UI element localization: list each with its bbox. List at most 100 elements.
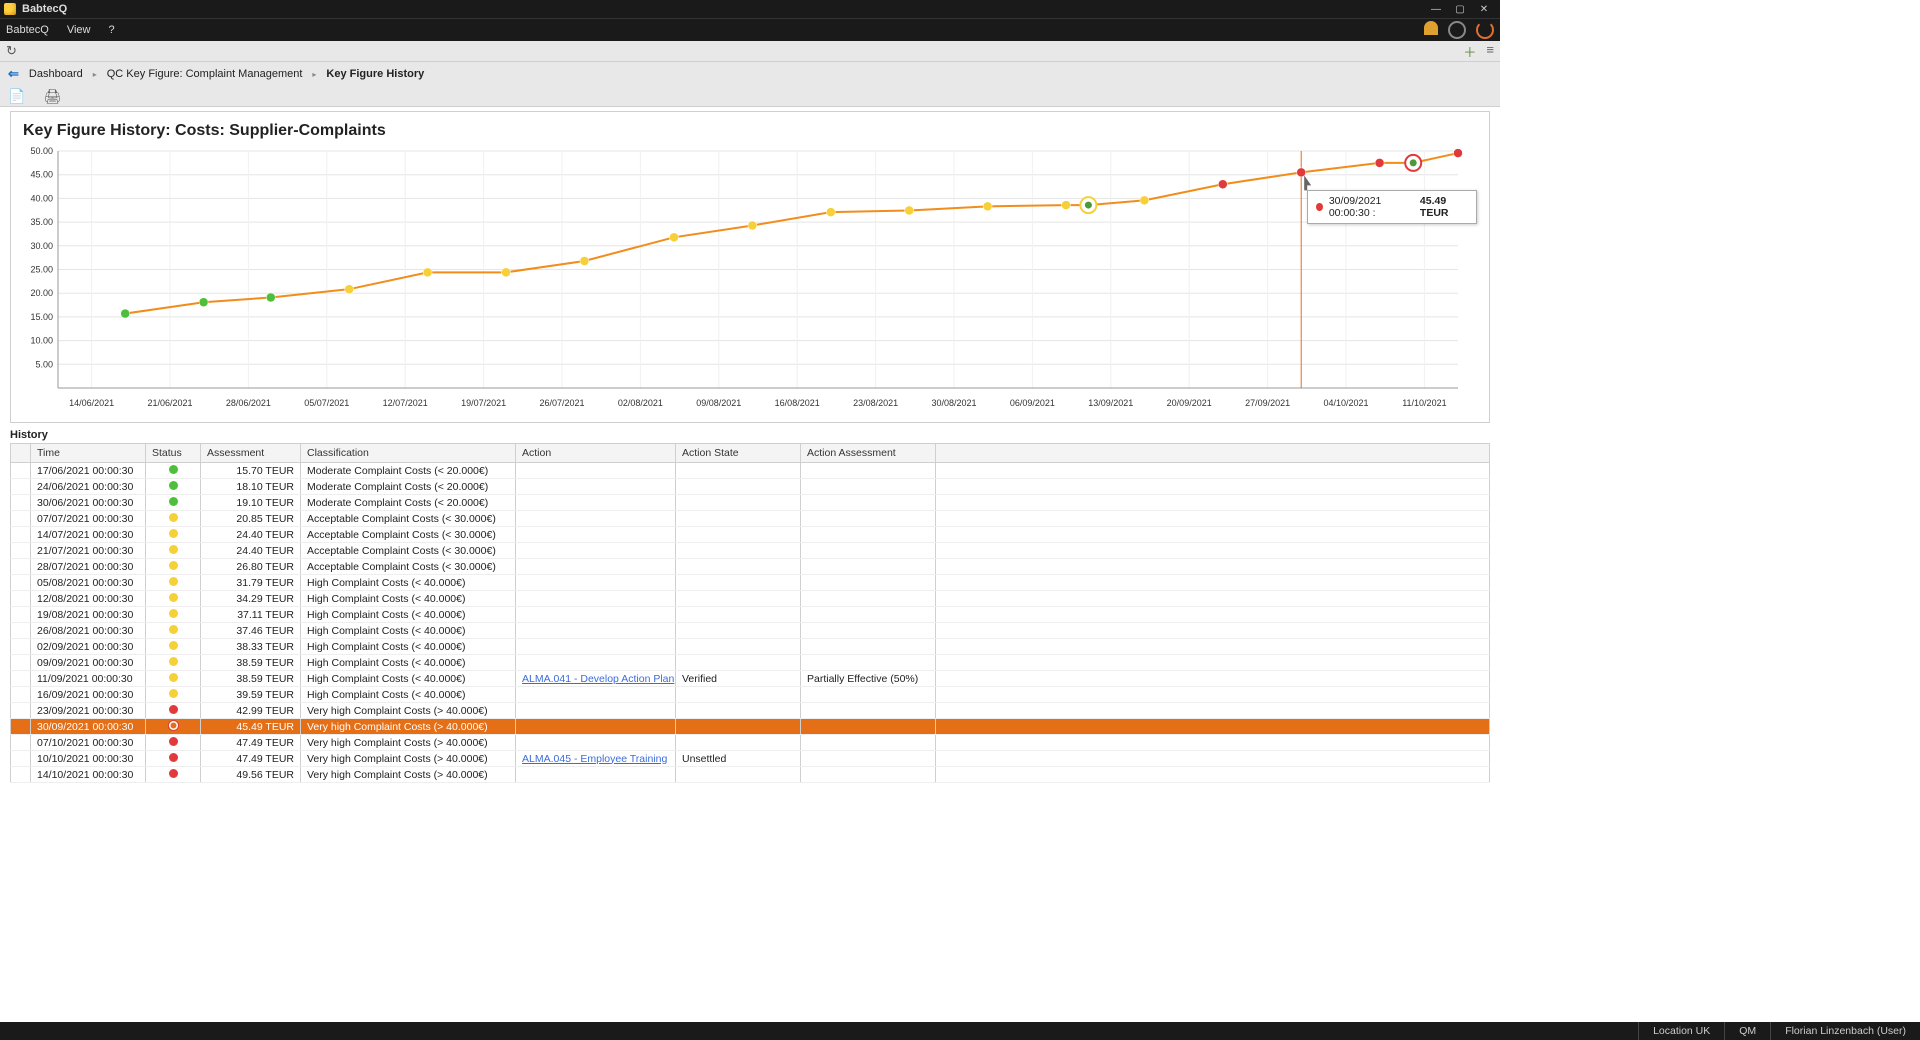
svg-text:13/09/2021: 13/09/2021 — [1088, 398, 1133, 408]
svg-text:04/10/2021: 04/10/2021 — [1323, 398, 1368, 408]
window-minimize-button[interactable]: — — [1424, 4, 1448, 15]
table-row[interactable]: 09/09/2021 00:00:3038.59 TEURHigh Compla… — [11, 655, 1490, 671]
table-row[interactable]: 24/06/2021 00:00:3018.10 TEURModerate Co… — [11, 479, 1490, 495]
window-close-button[interactable]: ✕ — [1472, 4, 1496, 15]
svg-text:09/08/2021: 09/08/2021 — [696, 398, 741, 408]
status-dot-icon — [169, 465, 178, 474]
status-dot-icon — [169, 513, 178, 522]
refresh-icon[interactable] — [1476, 21, 1494, 39]
svg-text:30/08/2021: 30/08/2021 — [931, 398, 976, 408]
svg-text:14/06/2021: 14/06/2021 — [69, 398, 114, 408]
column-header[interactable]: Action — [516, 444, 676, 463]
table-row[interactable]: 07/10/2021 00:00:3047.49 TEURVery high C… — [11, 735, 1490, 751]
history-table[interactable]: TimeStatusAssessmentClassificationAction… — [10, 443, 1490, 783]
svg-text:28/06/2021: 28/06/2021 — [226, 398, 271, 408]
table-row[interactable]: 07/07/2021 00:00:3020.85 TEURAcceptable … — [11, 511, 1490, 527]
breadcrumb: ⇐ Dashboard ▸ QC Key Figure: Complaint M… — [8, 62, 1492, 86]
export-icon[interactable]: 📄 — [8, 88, 25, 105]
back-button[interactable]: ⇐ — [8, 66, 19, 82]
settings-icon[interactable] — [1448, 21, 1466, 39]
chart-container: 5.0010.0015.0020.0025.0030.0035.0040.004… — [23, 146, 1477, 416]
column-header[interactable] — [11, 444, 31, 463]
content-area: Key Figure History: Costs: Supplier-Comp… — [0, 107, 1500, 787]
table-row[interactable]: →30/09/2021 00:00:3045.49 TEURVery high … — [11, 719, 1490, 735]
menubar: BabtecQ View ? — [0, 18, 1500, 41]
table-row[interactable]: 14/07/2021 00:00:3024.40 TEURAcceptable … — [11, 527, 1490, 543]
table-row[interactable]: 10/10/2021 00:00:3047.49 TEURVery high C… — [11, 751, 1490, 767]
status-dot-icon — [169, 561, 178, 570]
menu-babtecq[interactable]: BabtecQ — [6, 24, 49, 36]
breadcrumb-keyfigure[interactable]: QC Key Figure: Complaint Management — [107, 68, 303, 80]
status-user: Florian Linzenbach (User) — [1770, 1022, 1920, 1040]
table-row[interactable]: 19/08/2021 00:00:3037.11 TEURHigh Compla… — [11, 607, 1490, 623]
status-dot-icon — [169, 497, 178, 506]
status-dot-icon — [169, 609, 178, 618]
menu-help[interactable]: ? — [108, 24, 114, 36]
svg-text:16/08/2021: 16/08/2021 — [775, 398, 820, 408]
menu-view[interactable]: View — [67, 24, 91, 36]
table-row[interactable]: 28/07/2021 00:00:3026.80 TEURAcceptable … — [11, 559, 1490, 575]
table-row[interactable]: 02/09/2021 00:00:3038.33 TEURHigh Compla… — [11, 639, 1490, 655]
table-row[interactable]: 14/10/2021 00:00:3049.56 TEURVery high C… — [11, 767, 1490, 783]
status-dot-icon — [169, 657, 178, 666]
tab-list-icon[interactable]: ≡ — [1486, 42, 1494, 61]
reload-tab-icon[interactable]: ↻ — [6, 43, 17, 59]
svg-text:20/09/2021: 20/09/2021 — [1167, 398, 1212, 408]
table-row[interactable]: 16/09/2021 00:00:3039.59 TEURHigh Compla… — [11, 687, 1490, 703]
svg-text:25.00: 25.00 — [30, 265, 53, 275]
svg-text:12/07/2021: 12/07/2021 — [383, 398, 428, 408]
window-titlebar: BabtecQ — ▢ ✕ — [0, 0, 1500, 18]
svg-text:27/09/2021: 27/09/2021 — [1245, 398, 1290, 408]
table-row[interactable]: 11/09/2021 00:00:3038.59 TEURHigh Compla… — [11, 671, 1490, 687]
window-maximize-button[interactable]: ▢ — [1448, 4, 1472, 15]
status-module: QM — [1724, 1022, 1770, 1040]
svg-text:26/07/2021: 26/07/2021 — [539, 398, 584, 408]
breadcrumb-history[interactable]: Key Figure History — [326, 68, 424, 80]
table-row[interactable]: 26/08/2021 00:00:3037.46 TEURHigh Compla… — [11, 623, 1490, 639]
table-row[interactable]: 05/08/2021 00:00:3031.79 TEURHigh Compla… — [11, 575, 1490, 591]
svg-text:40.00: 40.00 — [30, 193, 53, 203]
status-dot-icon — [169, 481, 178, 490]
status-dot-icon — [169, 753, 178, 762]
column-header[interactable]: Action State — [676, 444, 801, 463]
status-dot-icon — [169, 593, 178, 602]
status-dot-icon — [169, 721, 178, 730]
action-link[interactable]: ALMA.041 - Develop Action Plan — [522, 673, 674, 685]
user-icon[interactable] — [1424, 21, 1438, 35]
column-header[interactable]: Classification — [301, 444, 516, 463]
svg-text:5.00: 5.00 — [35, 359, 53, 369]
chart-panel: Key Figure History: Costs: Supplier-Comp… — [10, 111, 1490, 423]
chart-svg[interactable]: 5.0010.0015.0020.0025.0030.0035.0040.004… — [23, 146, 1473, 416]
table-row[interactable]: 17/06/2021 00:00:3015.70 TEURModerate Co… — [11, 463, 1490, 479]
svg-text:35.00: 35.00 — [30, 217, 53, 227]
table-row[interactable]: 21/07/2021 00:00:3024.40 TEURAcceptable … — [11, 543, 1490, 559]
action-link[interactable]: ALMA.045 - Employee Training — [522, 753, 667, 765]
status-dot-icon — [169, 641, 178, 650]
table-row[interactable]: 23/09/2021 00:00:3042.99 TEURVery high C… — [11, 703, 1490, 719]
tooltip-label: 30/09/2021 00:00:30 : — [1329, 195, 1414, 219]
column-header[interactable]: Assessment — [201, 444, 301, 463]
svg-text:02/08/2021: 02/08/2021 — [618, 398, 663, 408]
svg-text:15.00: 15.00 — [30, 312, 53, 322]
breadcrumb-dashboard[interactable]: Dashboard — [29, 68, 83, 80]
page-title: Key Figure History: Costs: Supplier-Comp… — [23, 122, 1477, 140]
svg-text:06/09/2021: 06/09/2021 — [1010, 398, 1055, 408]
status-dot-icon — [169, 545, 178, 554]
svg-text:45.00: 45.00 — [30, 170, 53, 180]
status-dot-icon — [169, 529, 178, 538]
chart-tooltip: 30/09/2021 00:00:30 : 45.49 TEUR — [1307, 190, 1477, 224]
column-header[interactable]: Time — [31, 444, 146, 463]
column-header[interactable]: Status — [146, 444, 201, 463]
tooltip-value: 45.49 TEUR — [1420, 195, 1468, 219]
svg-text:21/06/2021: 21/06/2021 — [147, 398, 192, 408]
svg-text:19/07/2021: 19/07/2021 — [461, 398, 506, 408]
add-tab-icon[interactable]: ＋ — [1463, 42, 1476, 61]
column-header[interactable]: Action Assessment — [801, 444, 936, 463]
print-icon[interactable]: 🖨 — [43, 88, 61, 105]
table-row[interactable]: 12/08/2021 00:00:3034.29 TEURHigh Compla… — [11, 591, 1490, 607]
column-header[interactable] — [936, 444, 1490, 463]
svg-text:11/10/2021: 11/10/2021 — [1402, 398, 1446, 408]
status-location: Location UK — [1638, 1022, 1724, 1040]
history-label: History — [10, 429, 1490, 441]
table-row[interactable]: 30/06/2021 00:00:3019.10 TEURModerate Co… — [11, 495, 1490, 511]
